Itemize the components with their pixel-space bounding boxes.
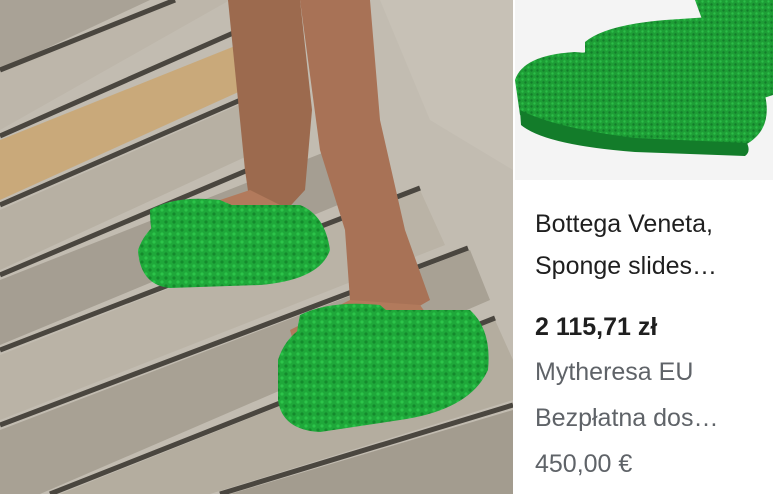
- seller-name: Mytheresa EU: [535, 358, 694, 386]
- product-title[interactable]: Bottega Veneta, Sponge slides…: [535, 203, 767, 287]
- product-card[interactable]: Bottega Veneta, Sponge slides… 2 115,71 …: [515, 0, 773, 494]
- main-product-photo[interactable]: [0, 0, 513, 494]
- secondary-price: 450,00 €: [535, 450, 633, 478]
- product-price: 2 115,71 zł: [535, 313, 658, 341]
- product-title-line-2[interactable]: Sponge slides…: [535, 245, 767, 287]
- boardwalk-photo-image: [0, 0, 513, 494]
- product-thumbnail[interactable]: [515, 0, 773, 180]
- shipping-info: Bezpłatna dos…: [535, 404, 719, 432]
- product-title-line-1[interactable]: Bottega Veneta,: [535, 203, 767, 245]
- product-thumbnail-image: [515, 0, 773, 180]
